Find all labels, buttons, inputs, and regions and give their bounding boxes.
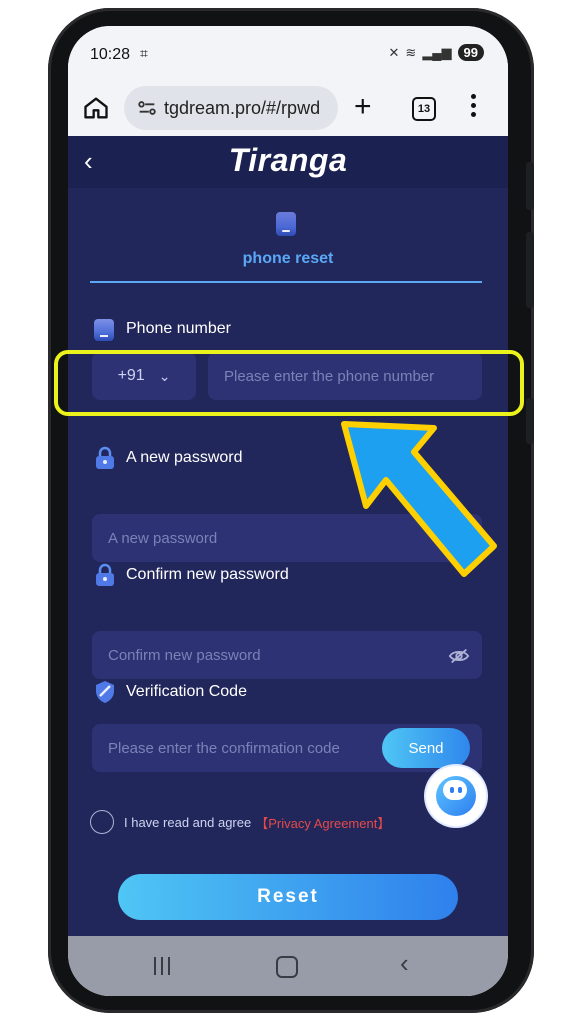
confirm-password-input[interactable]: Confirm new password: [92, 631, 482, 679]
agreement-text: I have read and agree: [124, 814, 252, 830]
phone-side-button: [526, 232, 534, 308]
signal-icon: ▂▄▆: [422, 44, 452, 60]
tab-switcher-icon[interactable]: 13: [412, 97, 436, 121]
shield-icon: [96, 681, 114, 703]
confirm-password-placeholder: Confirm new password: [108, 646, 261, 664]
home-icon[interactable]: [82, 94, 110, 122]
tab-phone-reset[interactable]: phone reset: [68, 250, 508, 268]
lock-icon: [96, 563, 114, 586]
site-settings-icon[interactable]: [136, 97, 158, 119]
privacy-agreement-link[interactable]: 【Privacy Agreement】: [255, 813, 390, 832]
tab-underline: [90, 281, 482, 283]
status-bar: 10:28 ⌗ ✕ ≋ ▂▄▆ 99: [68, 26, 508, 82]
send-code-button[interactable]: Send: [382, 728, 470, 768]
pointer-arrow-icon: [341, 421, 497, 577]
phone-tab-icon[interactable]: [276, 212, 296, 236]
confirm-password-label: Confirm new password: [126, 566, 289, 583]
url-text: tgdream.pro/#/rpwd: [164, 97, 321, 118]
new-tab-icon[interactable]: +: [354, 92, 372, 122]
phone-side-button: [526, 398, 534, 444]
verification-code-label: Verification Code: [126, 683, 247, 700]
battery-badge: 99: [457, 44, 484, 61]
browser-toolbar: tgdream.pro/#/rpwd + 13: [68, 82, 508, 136]
agreement-row: I have read and agree 【Privacy Agreement…: [90, 810, 390, 834]
system-nav-bar: ‹: [68, 936, 508, 996]
nav-back-icon[interactable]: ‹: [400, 950, 409, 976]
customer-service-icon[interactable]: [426, 766, 486, 826]
phone-side-button: [526, 162, 534, 210]
verification-code-placeholder: Please enter the confirmation code: [108, 739, 340, 757]
recent-apps-icon[interactable]: [154, 957, 170, 975]
new-password-label: A new password: [126, 449, 243, 466]
brand-name: Tiranga: [228, 142, 348, 178]
reset-button[interactable]: Reset: [118, 874, 458, 920]
new-password-placeholder: A new password: [108, 529, 218, 547]
phone-icon: [94, 319, 114, 341]
status-time: 10:28: [90, 46, 131, 63]
wifi-icon: ≋: [405, 44, 417, 60]
highlight-outline: [54, 350, 524, 416]
brand-logo: Tiranga: [68, 142, 508, 179]
agree-checkbox[interactable]: [90, 810, 114, 834]
eye-off-icon[interactable]: [448, 647, 470, 665]
app-header: ‹ Tiranga: [68, 136, 508, 188]
status-indicators: ✕ ≋ ▂▄▆ 99: [388, 44, 484, 61]
address-bar[interactable]: tgdream.pro/#/rpwd: [124, 86, 338, 130]
screen-record-icon: ⌗: [140, 45, 148, 61]
phone-number-label: Phone number: [126, 320, 231, 337]
home-button-icon[interactable]: [276, 956, 298, 978]
mute-icon: ✕: [388, 44, 400, 60]
lock-icon: [96, 446, 114, 469]
more-menu-icon[interactable]: [468, 94, 478, 122]
